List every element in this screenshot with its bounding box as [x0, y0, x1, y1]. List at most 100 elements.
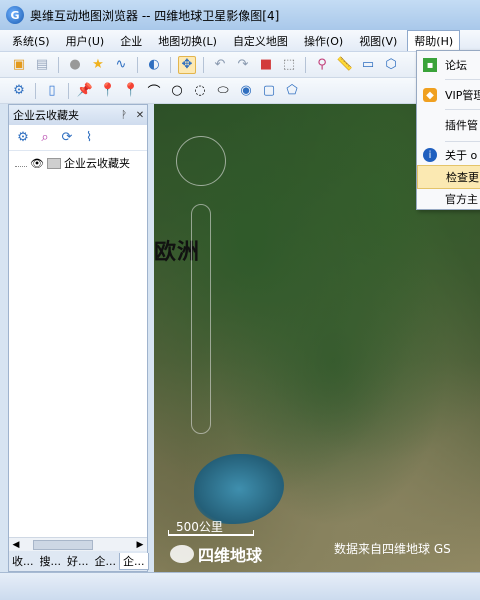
panel-title: 企业云收藏夹 — [13, 109, 79, 122]
map-provider-logo: 四维地球 — [170, 542, 262, 566]
status-bar — [0, 572, 480, 600]
toolbar-separator — [305, 56, 306, 73]
app-logo-icon: G — [6, 6, 24, 24]
compass-ring[interactable] — [176, 136, 226, 186]
open-folder-icon[interactable]: ▣ — [10, 56, 28, 74]
main-toolbar: ▣ ▤ ● ★ ∿ ◐ ✥ ↶ ↷ ■ ⬚ ⚲ 📏 ▭ ⬡ — [0, 52, 480, 78]
tab-friends[interactable]: 好... — [64, 553, 92, 569]
measure-icon[interactable]: ▭ — [359, 56, 377, 74]
pan-icon[interactable]: ✥ — [178, 55, 196, 74]
settings-icon[interactable]: ⬡ — [382, 56, 400, 74]
tree-item[interactable]: 👁 企业云收藏夹 — [15, 155, 141, 171]
menu-item-label: 关于 o — [445, 149, 478, 162]
sea-area — [194, 454, 284, 524]
menu-enterprise[interactable]: 企业 — [114, 31, 148, 51]
favorites-tree: 👁 企业云收藏夹 — [9, 151, 147, 175]
attachment-icon[interactable]: ⌇ — [81, 130, 97, 146]
menu-item-check-update[interactable]: 检查更 — [417, 165, 480, 189]
favorites-panel: 企业云收藏夹 ᚹ ✕ ⚙ ⌕ ⟳ ⌇ 👁 企业云收藏夹 ◀ ▶ 收... 搜..… — [8, 104, 149, 572]
title-bar: G 奥维互动地图浏览器 -- 四维地球卫星影像图[4] — [0, 0, 480, 30]
scroll-right-icon[interactable]: ▶ — [133, 538, 147, 552]
location-icon[interactable]: ⚲ — [313, 56, 331, 74]
document-icon[interactable]: ▯ — [43, 82, 61, 100]
search-icon[interactable]: ⌕ — [37, 130, 53, 146]
toolbar-separator — [35, 82, 36, 99]
close-icon[interactable]: ✕ — [133, 110, 147, 121]
eye-icon[interactable]: 👁 — [30, 157, 44, 170]
menu-item-vip[interactable]: ◆ VIP管理 — [417, 83, 480, 107]
circle-icon[interactable]: ○ — [168, 82, 186, 100]
polygon-icon[interactable]: ⬠ — [283, 82, 301, 100]
scale-line — [168, 530, 254, 536]
menu-item-website[interactable]: 官方主 — [417, 187, 480, 211]
delete-icon[interactable]: ■ — [257, 56, 275, 74]
menu-operation[interactable]: 操作(O) — [298, 31, 349, 51]
tab-search[interactable]: 搜... — [37, 553, 65, 569]
redo-icon[interactable]: ↷ — [234, 56, 252, 74]
menu-map-switch[interactable]: 地图切换(L) — [152, 31, 223, 51]
tab-enterprise[interactable]: 企... — [92, 553, 120, 569]
tree-item-label: 企业云收藏夹 — [63, 157, 130, 170]
tab-enterprise-cloud[interactable]: 企... — [119, 552, 149, 570]
toolbar-separator — [137, 56, 138, 73]
pin-blue-icon[interactable]: 📍 — [99, 82, 117, 100]
save-icon[interactable]: ▤ — [33, 56, 51, 74]
pin-icon[interactable]: ᚹ — [117, 110, 131, 121]
menu-help[interactable]: 帮助(H) — [407, 30, 461, 51]
menu-system[interactable]: 系统(S) — [6, 31, 56, 51]
forum-icon: ▪ — [423, 58, 437, 72]
toolbar-separator — [58, 56, 59, 73]
zoom-slider[interactable] — [191, 204, 211, 434]
ellipse-icon[interactable]: ⬭ — [214, 82, 232, 100]
select-box-icon[interactable]: ⬚ — [280, 56, 298, 74]
menu-user[interactable]: 用户(U) — [60, 31, 111, 51]
undo-icon[interactable]: ↶ — [211, 56, 229, 74]
map-attribution: 数据来自四维地球 GS — [334, 542, 451, 556]
menu-item-forum[interactable]: ▪ 论坛 — [417, 53, 480, 77]
menu-view[interactable]: 视图(V) — [353, 31, 403, 51]
route-icon[interactable]: ∿ — [112, 56, 130, 74]
menu-separator — [445, 141, 480, 142]
folder-icon — [46, 157, 61, 169]
menu-item-label: VIP管理 — [445, 89, 480, 102]
panel-title-bar: 企业云收藏夹 ᚹ ✕ — [9, 105, 147, 125]
window-title: 奥维互动地图浏览器 -- 四维地球卫星影像图[4] — [30, 8, 280, 23]
tab-favorites[interactable]: 收... — [9, 553, 37, 569]
menu-item-label: 插件管 — [445, 119, 478, 132]
menu-custom-map[interactable]: 自定义地图 — [227, 31, 294, 51]
arc-icon[interactable]: ◌ — [191, 82, 209, 100]
gear-icon[interactable]: ⚙ — [10, 82, 28, 100]
tree-connector — [15, 159, 27, 167]
draw-toolbar: ⚙ ▯ 📌 📍 📍 ⌒ ○ ◌ ⬭ ◉ ▢ ⬠ — [0, 78, 480, 104]
rectangle-icon[interactable]: ▢ — [260, 82, 278, 100]
panel-toolbar: ⚙ ⌕ ⟳ ⌇ — [9, 125, 147, 151]
menu-separator — [445, 109, 480, 110]
menu-item-label: 论坛 — [445, 59, 467, 72]
settings-icon[interactable]: ⚙ — [15, 130, 31, 146]
horizontal-scrollbar[interactable]: ◀ ▶ — [9, 537, 147, 551]
3d-icon[interactable]: ◐ — [145, 56, 163, 74]
line-icon[interactable]: ⌒ — [145, 82, 163, 100]
filled-circle-icon[interactable]: ◉ — [237, 82, 255, 100]
refresh-icon[interactable]: ⟳ — [59, 130, 75, 146]
info-icon: i — [423, 148, 437, 162]
menu-item-label: 检查更 — [446, 171, 479, 184]
provider-logo-icon — [170, 545, 194, 563]
toolbar-separator — [170, 56, 171, 73]
pin-yellow-icon[interactable]: 📌 — [76, 82, 94, 100]
menu-bar: 系统(S) 用户(U) 企业 地图切换(L) 自定义地图 操作(O) 视图(V)… — [0, 30, 480, 52]
scroll-left-icon[interactable]: ◀ — [9, 538, 23, 552]
user-icon[interactable]: ● — [66, 56, 84, 74]
scroll-thumb[interactable] — [33, 539, 93, 550]
menu-item-about[interactable]: i 关于 o — [417, 143, 480, 167]
menu-item-label: 官方主 — [445, 193, 478, 206]
ruler-icon[interactable]: 📏 — [336, 56, 354, 74]
website-icon — [423, 192, 437, 206]
pin-green-icon[interactable]: 📍 — [122, 82, 140, 100]
plugin-icon — [423, 118, 437, 132]
toolbar-separator — [203, 56, 204, 73]
toolbar-separator — [68, 82, 69, 99]
panel-tabs: 收... 搜... 好... 企... 企... — [9, 551, 149, 571]
star-icon[interactable]: ★ — [89, 56, 107, 74]
menu-item-plugins[interactable]: 插件管 — [417, 113, 480, 137]
